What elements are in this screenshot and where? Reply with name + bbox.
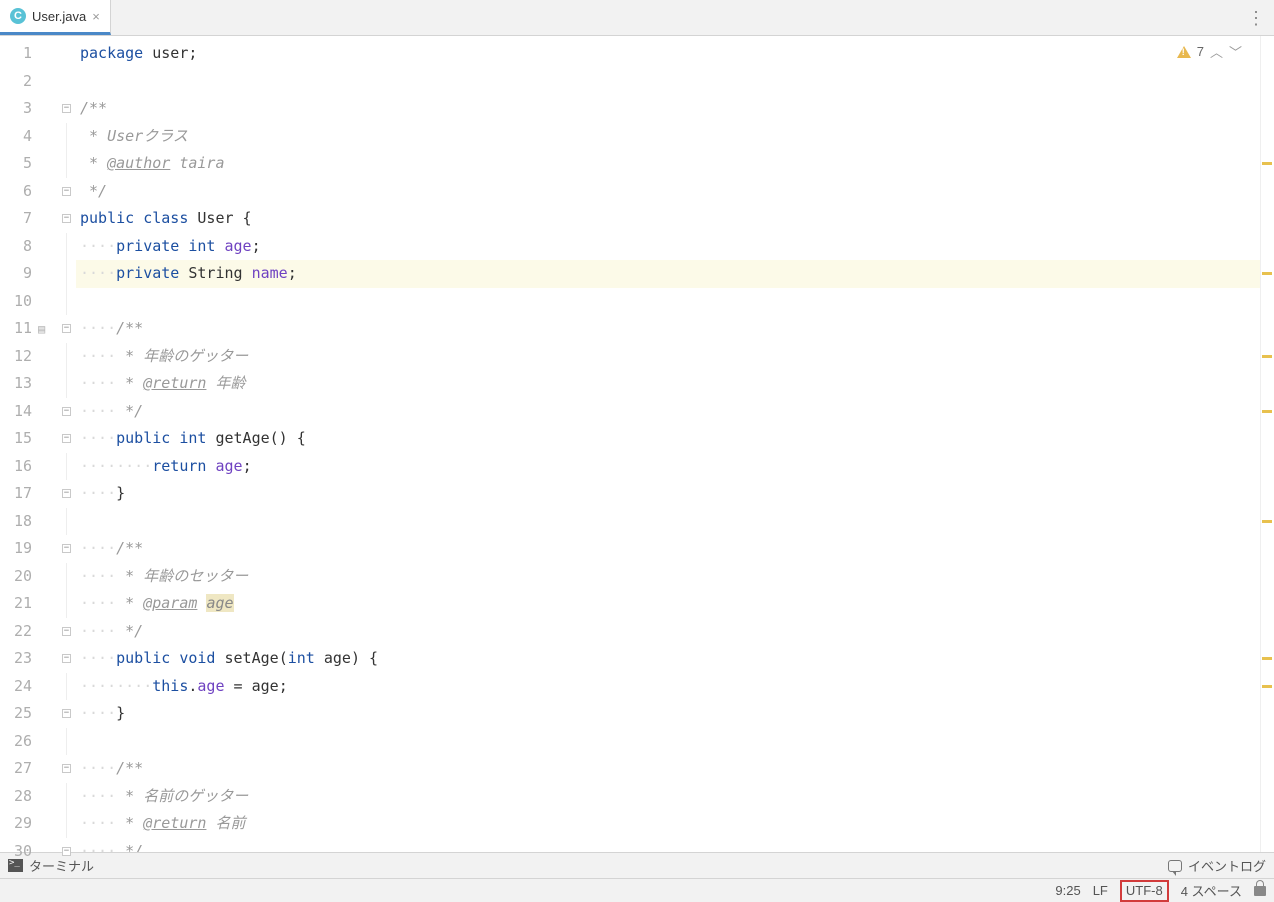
- tab-user-java[interactable]: C User.java ×: [0, 0, 111, 35]
- fold-toggle[interactable]: −: [62, 709, 71, 718]
- code-area[interactable]: package user; /** * Userクラス * @author ta…: [76, 36, 1260, 852]
- lock-icon[interactable]: [1254, 886, 1266, 896]
- tab-menu-icon[interactable]: ⋮: [1247, 8, 1266, 29]
- line-separator[interactable]: LF: [1093, 883, 1108, 898]
- file-encoding[interactable]: UTF-8: [1120, 880, 1169, 902]
- fold-toggle[interactable]: −: [62, 627, 71, 636]
- caret-position[interactable]: 9:25: [1055, 883, 1080, 898]
- status-bar: 9:25 LF UTF-8 4 スペース: [0, 878, 1274, 902]
- fold-toggle[interactable]: −: [62, 324, 71, 333]
- gutter-line-numbers: 12 34 56 78 910 1112 1314 1516 1718 1920…: [0, 36, 36, 852]
- chevron-down-icon[interactable]: ﹀: [1229, 42, 1242, 61]
- fold-toggle[interactable]: −: [62, 847, 71, 856]
- marker-stripe[interactable]: [1260, 36, 1274, 852]
- fold-toggle[interactable]: −: [62, 764, 71, 773]
- warning-count: 7: [1197, 44, 1204, 59]
- fold-toggle[interactable]: −: [62, 407, 71, 416]
- chevron-up-icon[interactable]: ︿: [1210, 42, 1223, 61]
- fold-toggle[interactable]: −: [62, 187, 71, 196]
- fold-toggle[interactable]: −: [62, 214, 71, 223]
- fold-toggle[interactable]: −: [62, 654, 71, 663]
- eventlog-button[interactable]: イベントログ: [1188, 856, 1266, 875]
- gutter-fold: − − − − − − − − − − − − −: [60, 36, 76, 852]
- fold-toggle[interactable]: −: [62, 544, 71, 553]
- eventlog-icon[interactable]: [1168, 860, 1182, 872]
- code-editor[interactable]: 12 34 56 78 910 1112 1314 1516 1718 1920…: [0, 36, 1274, 852]
- fold-toggle[interactable]: −: [62, 489, 71, 498]
- tab-filename: User.java: [32, 9, 86, 24]
- toolwindow-bar: ターミナル イベントログ: [0, 852, 1274, 878]
- editor-tabbar: C User.java × ⋮: [0, 0, 1274, 36]
- structure-icon[interactable]: ▤: [38, 322, 45, 336]
- inspection-widget[interactable]: 7 ︿ ﹀: [1177, 42, 1242, 61]
- fold-toggle[interactable]: −: [62, 104, 71, 113]
- fold-toggle[interactable]: −: [62, 434, 71, 443]
- class-icon: C: [10, 8, 26, 24]
- indent-setting[interactable]: 4 スペース: [1181, 881, 1242, 900]
- close-icon[interactable]: ×: [92, 9, 100, 24]
- gutter-structure-icons: ▤: [36, 36, 60, 852]
- warning-icon: [1177, 46, 1191, 58]
- terminal-icon[interactable]: [8, 859, 23, 872]
